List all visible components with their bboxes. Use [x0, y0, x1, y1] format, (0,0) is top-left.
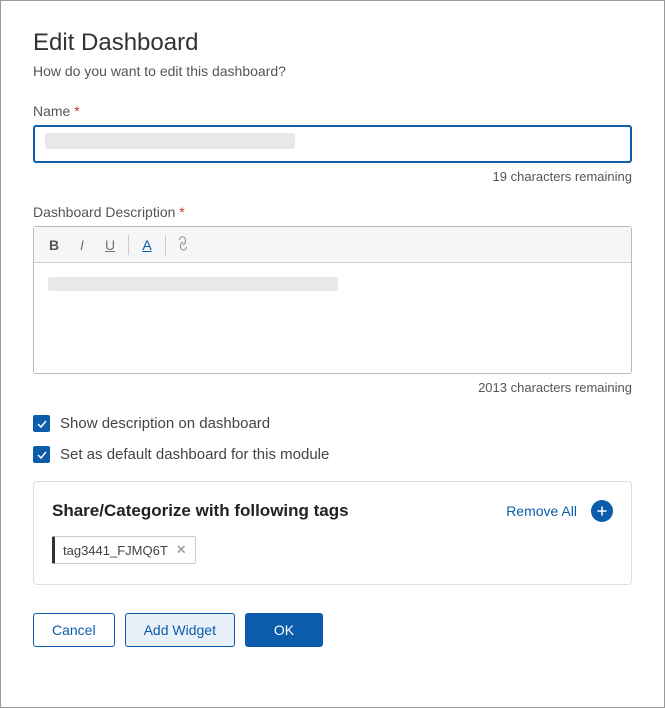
tags-actions: Remove All: [506, 500, 613, 522]
link-button[interactable]: [170, 231, 198, 259]
toolbar-divider: [165, 235, 166, 255]
tags-title: Share/Categorize with following tags: [52, 501, 349, 521]
add-tag-button[interactable]: [591, 500, 613, 522]
remove-all-link[interactable]: Remove All: [506, 503, 577, 519]
default-dashboard-label: Set as default dashboard for this module: [60, 446, 329, 463]
underline-button[interactable]: U: [96, 231, 124, 259]
description-value-redacted: .: [48, 277, 338, 291]
description-textarea[interactable]: .: [34, 263, 631, 373]
default-dashboard-checkbox[interactable]: [33, 446, 50, 463]
name-value-redacted: .: [45, 133, 295, 149]
link-icon: [173, 234, 195, 256]
show-description-row: Show description on dashboard: [33, 415, 632, 432]
tag-remove-icon[interactable]: ✕: [176, 542, 187, 558]
description-editor: B I U A .: [33, 226, 632, 374]
required-asterisk: *: [179, 204, 184, 220]
description-label: Dashboard Description *: [33, 204, 632, 220]
show-description-checkbox[interactable]: [33, 415, 50, 432]
tags-panel: Share/Categorize with following tags Rem…: [33, 481, 632, 585]
button-row: Cancel Add Widget OK: [33, 613, 632, 647]
name-input[interactable]: .: [33, 125, 632, 163]
name-remaining: 19 characters remaining: [33, 169, 632, 184]
tags-header: Share/Categorize with following tags Rem…: [52, 500, 613, 522]
required-asterisk: *: [74, 103, 79, 119]
bold-button[interactable]: B: [40, 231, 68, 259]
ok-button[interactable]: OK: [245, 613, 323, 647]
dialog-subtitle: How do you want to edit this dashboard?: [33, 63, 632, 79]
name-label: Name *: [33, 103, 632, 119]
add-widget-button[interactable]: Add Widget: [125, 613, 235, 647]
tag-chip: tag3441_FJMQ6T ✕: [52, 536, 196, 564]
plus-icon: [596, 505, 608, 517]
default-dashboard-row: Set as default dashboard for this module: [33, 446, 632, 463]
tag-label: tag3441_FJMQ6T: [63, 543, 168, 558]
richtext-toolbar: B I U A: [34, 227, 631, 263]
cancel-button[interactable]: Cancel: [33, 613, 115, 647]
dialog-title: Edit Dashboard: [33, 29, 632, 57]
toolbar-divider: [128, 235, 129, 255]
show-description-label: Show description on dashboard: [60, 415, 270, 432]
text-color-button[interactable]: A: [133, 231, 161, 259]
description-remaining: 2013 characters remaining: [33, 380, 632, 395]
italic-button[interactable]: I: [68, 231, 96, 259]
